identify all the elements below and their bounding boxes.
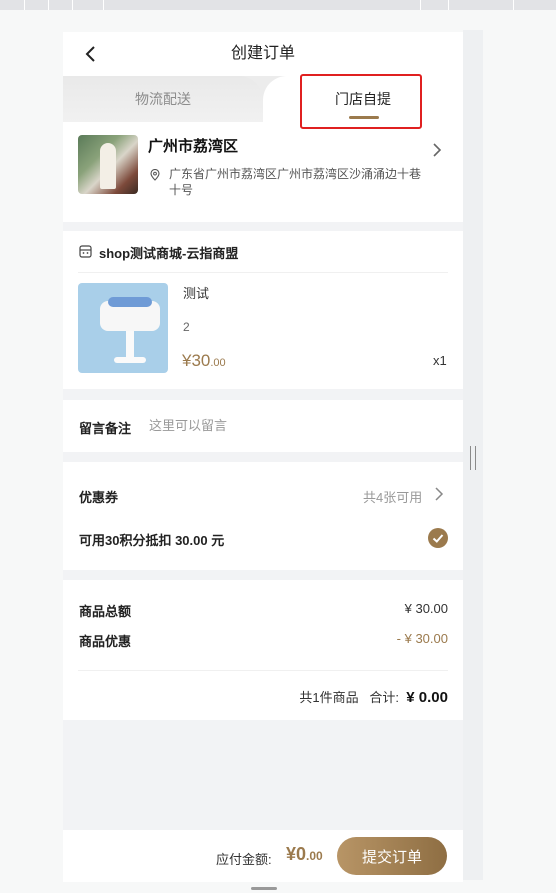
price-summary: 商品总额 ¥ 30.00 商品优惠 - ¥ 30.00 共1件商品 合计: ¥ … — [63, 580, 463, 720]
location-pin-icon — [150, 169, 160, 181]
highlight-box — [300, 74, 422, 129]
subtotal-value: ¥ 0.00 — [406, 689, 448, 706]
goods-total-value: ¥ 30.00 — [404, 601, 448, 616]
coupon-label: 优惠券 — [79, 490, 119, 505]
price-integer: ¥30 — [182, 351, 211, 370]
chevron-right-icon[interactable] — [434, 486, 444, 502]
subtotal-row: 共1件商品 合计: ¥ 0.00 — [299, 687, 448, 706]
product-image[interactable] — [78, 283, 168, 373]
goods-total-label: 商品总额 — [79, 604, 132, 619]
price-decimal: .00 — [210, 357, 226, 369]
items-count: 共1件商品 — [299, 690, 359, 705]
payable-amount: ¥0.00 — [286, 844, 323, 865]
check-icon — [432, 534, 444, 543]
submit-order-button[interactable]: 提交订单 — [337, 837, 447, 875]
coupon-card: 优惠券 共4张可用 可用30积分抵扣 30.00 元 — [63, 462, 463, 570]
goods-discount-label: 商品优惠 — [79, 634, 132, 649]
browser-top-bar — [0, 0, 556, 10]
divider — [78, 272, 448, 273]
subtotal-label: 合计: — [369, 690, 400, 705]
product-spec: 2 — [183, 320, 190, 334]
chevron-right-icon — [433, 143, 442, 157]
shop-icon — [79, 245, 92, 258]
order-page: 创建订单 物流配送 门店自提 广州市荔湾区 广东省广州市荔湾区广州市荔湾区沙涌涌… — [63, 32, 463, 882]
store-name: 广州市荔湾区 — [148, 138, 239, 155]
tab-logistics-delivery[interactable]: 物流配送 — [63, 76, 263, 122]
product-price: ¥30.00 — [182, 351, 226, 371]
divider — [78, 670, 448, 671]
coupon-count[interactable]: 共4张可用 — [363, 487, 422, 506]
store-photo — [78, 135, 138, 194]
payable-label: 应付金额: — [216, 852, 272, 867]
product-quantity: x1 — [433, 353, 447, 368]
shop-card: shop测试商城-云指商盟 测试 2 ¥30.00 x1 — [63, 231, 463, 389]
home-indicator — [251, 887, 277, 890]
goods-discount-value: - ¥ 30.00 — [396, 631, 448, 646]
nav-bar: 创建订单 — [63, 32, 463, 76]
payable-decimal: .00 — [306, 849, 323, 863]
remark-input[interactable] — [149, 414, 439, 436]
store-address: 广东省广州市荔湾区广州市荔湾区沙涌涌边十巷十号 — [169, 167, 422, 197]
points-deduction-label: 可用30积分抵扣 30.00 元 — [79, 533, 225, 548]
points-checkbox[interactable] — [428, 528, 448, 548]
remark-row: 留言备注 — [63, 400, 463, 452]
remark-label: 留言备注 — [79, 421, 132, 436]
product-name: 测试 — [183, 286, 210, 301]
checkout-bar: 应付金额: ¥0.00 提交订单 — [63, 830, 463, 882]
resize-handle[interactable] — [470, 446, 476, 470]
store-card[interactable]: 广州市荔湾区 广东省广州市荔湾区广州市荔湾区沙涌涌边十巷十号 — [63, 122, 463, 309]
page-title: 创建订单 — [230, 45, 295, 62]
payable-integer: ¥0 — [286, 844, 307, 864]
shop-name: shop测试商城-云指商盟 — [99, 246, 239, 261]
